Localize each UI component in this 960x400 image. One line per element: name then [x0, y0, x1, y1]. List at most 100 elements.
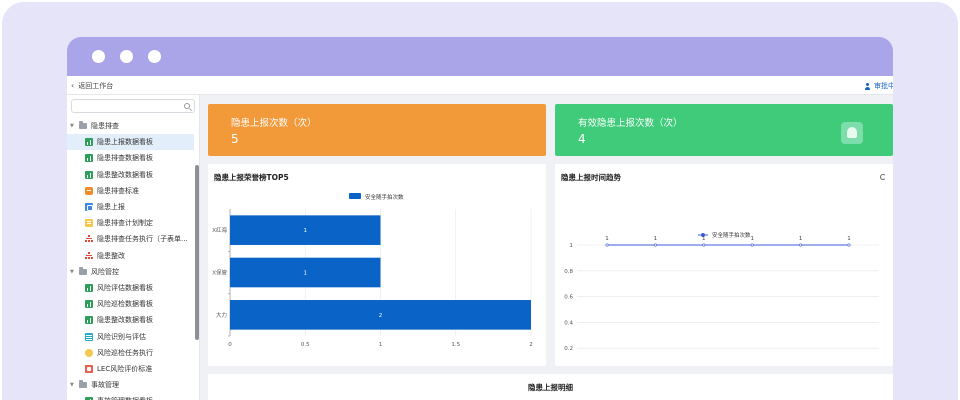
y-tick-label: 0.4 — [564, 320, 573, 326]
sidebar-item-label: 事故管理 — [91, 381, 119, 390]
data-label: 1 — [750, 236, 754, 242]
sidebar-scrollbar[interactable] — [195, 165, 199, 340]
sidebar-group[interactable]: ▼ 隐患排查 — [67, 118, 194, 134]
report-icon — [85, 203, 93, 212]
sidebar-item[interactable]: 隐患整改数据看板 — [67, 312, 194, 328]
y-tick-label: 大力 — [216, 311, 227, 319]
sidebar-search-input[interactable] — [71, 99, 195, 113]
sidebar-item-label: 风险巡检任务执行 — [97, 348, 153, 357]
sidebar-item[interactable]: 隐患上报 — [67, 199, 194, 215]
bar-value-label: 2 — [379, 313, 383, 319]
execute-icon — [85, 348, 93, 357]
line-chart-panel: 隐患上报时间趋势 安全随手拍次数00.20.40.60.811111112025… — [555, 164, 893, 366]
legend-label: 安全随手拍次数 — [712, 231, 751, 239]
sidebar-item[interactable]: 事故管理数据看板 — [67, 393, 194, 400]
sidebar-item[interactable]: 隐患整改数据看板 — [67, 167, 194, 183]
x-tick-label: 1.5 — [451, 342, 460, 348]
sidebar-item-label: 隐患排查 — [91, 122, 119, 131]
line-chart: 安全随手拍次数00.20.40.60.811111112025-04-11 09… — [564, 231, 879, 352]
data-point — [605, 243, 609, 247]
nav-tree: ▼ 隐患排查 隐患上报数据看板 隐患排查数据看板 隐患整改数据看板 隐患排查标准 隐患上报隐… — [67, 118, 194, 400]
stat-label: 隐患上报次数（次） — [231, 118, 317, 129]
sidebar-group[interactable]: ▼ 风险管控 — [67, 264, 194, 280]
sidebar-item-label: 风险评估数据看板 — [97, 283, 153, 292]
detail-section: 隐患上报明细 — [208, 374, 893, 400]
lec-icon — [85, 364, 93, 373]
chart-bars-icon — [85, 138, 93, 147]
sidebar-item[interactable]: 隐患整改 — [67, 248, 194, 264]
section-title: 隐患上报明细 — [528, 383, 573, 392]
sidebar-item[interactable]: 风险评估数据看板 — [67, 280, 194, 296]
back-label: 返回工作台 — [78, 82, 114, 90]
data-point — [750, 243, 754, 247]
search-icon[interactable] — [184, 103, 190, 109]
sidebar-item[interactable]: 风险巡检任务执行 — [67, 345, 194, 361]
sidebar-item-label: 风险巡检数据看板 — [97, 300, 153, 309]
stat-card-valid-reports: 有效隐患上报次数（次） 4 — [555, 104, 893, 156]
identify-icon — [85, 332, 93, 341]
data-point — [799, 243, 803, 247]
sidebar-item-label: LEC风险评价标准 — [97, 364, 153, 373]
legend-label: 安全随手拍次数 — [365, 193, 404, 201]
sidebar-item-label: 隐患排查任务执行（子表单... — [97, 235, 188, 244]
window-dot-maximize[interactable] — [148, 50, 161, 63]
chart-bars-icon — [85, 283, 93, 292]
sidebar-item[interactable]: 风险识别与评估 — [67, 328, 194, 344]
sidebar-item[interactable]: 隐患排查标准 — [67, 183, 194, 199]
y-tick-label: 0.8 — [564, 269, 573, 275]
user-icon — [864, 82, 871, 90]
sidebar-item-label: 隐患上报 — [97, 203, 125, 212]
stat-value: 5 — [231, 132, 239, 146]
x-tick-label: 1 — [379, 342, 383, 348]
sidebar-item[interactable]: 隐患上报数据看板 — [67, 134, 194, 151]
sidebar-item[interactable]: 隐患排查任务执行（子表单... — [67, 231, 194, 247]
sidebar-item-label: 隐患整改 — [97, 251, 125, 260]
org-tree-icon — [85, 235, 93, 243]
sidebar-item-label: 隐患排查标准 — [97, 186, 139, 195]
data-label: 1 — [702, 236, 706, 242]
sidebar-item-label: 风险管控 — [91, 267, 119, 276]
sidebar-item-label: 事故管理数据看板 — [97, 396, 153, 400]
sidebar-item[interactable]: 隐患排查计划制定 — [67, 215, 194, 231]
bell-icon — [841, 122, 863, 144]
data-label: 1 — [605, 236, 609, 242]
chart-bars-icon — [85, 154, 93, 163]
org-tree-icon — [85, 251, 93, 260]
data-label: 1 — [654, 236, 658, 242]
stat-value: 4 — [578, 132, 586, 146]
caret-down-icon[interactable]: ▼ — [70, 269, 79, 275]
bar-chart-panel: 隐患上报荣誉榜TOP5 安全随手拍次数 0 0.5 1 1.5 2 2 大力 1 X保管 1 X红海 — [208, 164, 546, 366]
window-titlebar — [67, 37, 893, 76]
app-window: ‹ 返回工作台 审批中 ▼ 隐患排查隐患上报数据看板 隐患排查数据看板隐患整改数据看… — [67, 37, 893, 400]
chart-bars-icon — [85, 316, 93, 325]
chart-bars-icon — [85, 170, 93, 179]
sidebar-item[interactable]: LEC风险评价标准 — [67, 361, 194, 377]
sidebar-item[interactable]: 隐患排查数据看板 — [67, 150, 194, 166]
sidebar-item-label: 隐患上报数据看板 — [97, 138, 153, 147]
y-tick-label: X红海 — [212, 226, 227, 234]
caret-down-icon[interactable]: ▼ — [70, 123, 79, 129]
chevron-left-icon: ‹ — [71, 81, 75, 90]
sidebar-item-label: 隐患排查数据看板 — [97, 154, 153, 163]
window-dot-close[interactable] — [92, 50, 105, 63]
approval-label: 审批中 — [874, 82, 893, 90]
caret-down-icon[interactable]: ▼ — [70, 382, 79, 388]
data-point — [653, 243, 657, 247]
window-dot-minimize[interactable] — [120, 50, 133, 63]
sidebar-group[interactable]: ▼ 事故管理 — [67, 377, 194, 393]
standard-icon — [85, 186, 93, 195]
data-label: 1 — [847, 236, 851, 242]
top-bar: ‹ 返回工作台 审批中 — [67, 76, 893, 95]
y-tick-label: X保管 — [212, 269, 227, 277]
data-point — [847, 243, 851, 247]
legend-swatch — [349, 193, 361, 199]
approval-link[interactable]: 审批中 — [864, 81, 893, 91]
bar-value-label: 1 — [304, 228, 308, 234]
sidebar-item-label: 风险识别与评估 — [97, 332, 146, 341]
back-to-workbench-link[interactable]: ‹ 返回工作台 — [71, 81, 113, 91]
stat-card-reports: 隐患上报次数（次） 5 — [208, 104, 546, 156]
y-tick-label: 0.2 — [564, 346, 573, 352]
folder-icon — [79, 266, 87, 275]
sidebar-item[interactable]: 风险巡检数据看板 — [67, 296, 194, 312]
x-tick-label: 0.5 — [301, 342, 310, 348]
